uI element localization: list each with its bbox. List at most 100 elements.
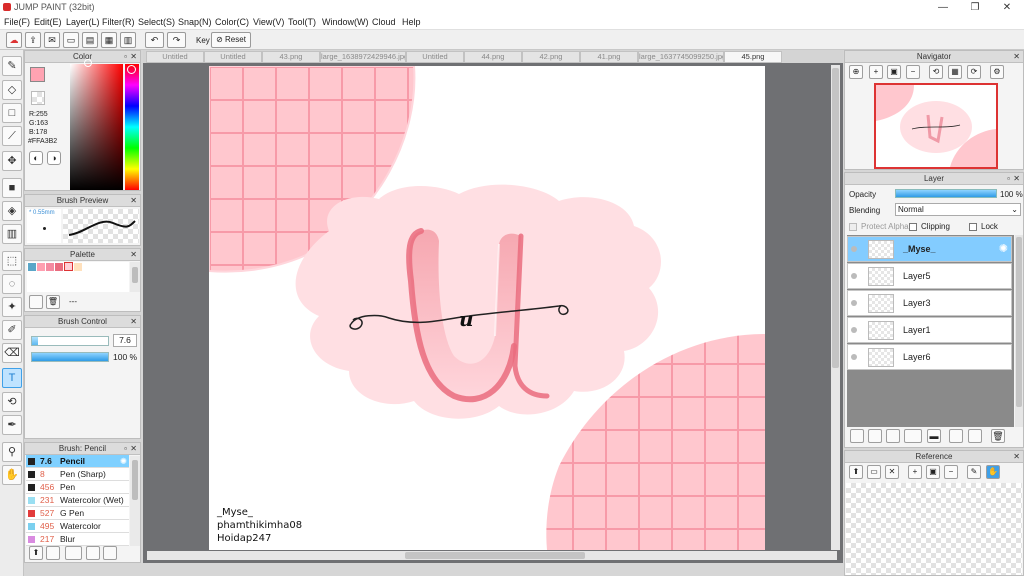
menu-view[interactable]: View(V) — [253, 17, 284, 27]
tab-untitled-2[interactable]: Untitled — [204, 51, 262, 63]
zoom-in-icon[interactable]: + — [869, 65, 883, 79]
panel-close-icon[interactable]: ✕ — [1013, 451, 1020, 463]
new-folder-icon[interactable]: ▬ — [927, 429, 941, 443]
layer-row[interactable]: Layer5 — [847, 263, 1012, 289]
new-brush-icon[interactable] — [65, 546, 82, 560]
brush-list-scrollbar[interactable] — [130, 456, 140, 546]
palette-scrollbar[interactable] — [130, 262, 140, 292]
brush-tool-icon[interactable]: ✎ — [2, 56, 22, 76]
menu-file[interactable]: File(F) — [4, 17, 30, 27]
layer-row[interactable]: Layer3 — [847, 290, 1012, 316]
menu-color[interactable]: Color(C) — [215, 17, 249, 27]
close-reference-icon[interactable]: ✕ — [885, 465, 899, 479]
reference-zoom-out-icon[interactable]: − — [944, 465, 958, 479]
merge-layer-icon[interactable] — [968, 429, 982, 443]
menu-cloud[interactable]: Cloud — [372, 17, 396, 27]
tab-untitled-1[interactable]: Untitled — [146, 51, 204, 63]
undo-icon[interactable]: ↶ — [145, 32, 164, 48]
brush-opacity-slider[interactable] — [31, 352, 109, 362]
visibility-icon[interactable] — [851, 327, 857, 333]
select-pen-tool-icon[interactable]: ✐ — [2, 320, 22, 340]
select-rect-tool-icon[interactable]: ⬚ — [2, 251, 22, 271]
new-layer-menu-icon[interactable] — [904, 429, 922, 443]
brush-item[interactable]: 7.6 Pencil ✺ — [26, 455, 129, 468]
brush-list-scroll-thumb[interactable] — [132, 460, 138, 500]
brush-cloud-icon[interactable]: ⬆ — [29, 546, 43, 560]
navigator-thumbnail[interactable] — [874, 83, 998, 169]
minimize-button[interactable]: — — [928, 1, 958, 14]
line-tool-icon[interactable]: ⟋ — [2, 126, 22, 146]
comment-icon[interactable]: ✉ — [44, 32, 60, 48]
hue-cursor[interactable] — [127, 65, 136, 74]
menu-snap[interactable]: Snap(N) — [178, 17, 212, 27]
tab-large-1638972429946[interactable]: large_1638972429946.jpg — [320, 51, 406, 63]
palette-icon[interactable]: ◐ — [29, 151, 43, 165]
document-icon[interactable]: ▤ — [82, 32, 98, 48]
reference-hand-icon[interactable]: ✋ — [986, 465, 1000, 479]
cloud-icon[interactable]: ☁ — [6, 32, 22, 48]
zoom-fit-icon[interactable]: ⊕ — [849, 65, 863, 79]
hand-tool-icon[interactable]: ✋ — [2, 465, 22, 485]
layer-row[interactable]: Layer1 — [847, 317, 1012, 343]
reference-zoom-in-icon[interactable]: + — [908, 465, 922, 479]
brush-size-input[interactable]: 7.6 — [113, 334, 137, 347]
eyedropper-tool-icon[interactable]: ⚲ — [2, 442, 22, 462]
brush-item[interactable]: 8 Pen (Sharp) — [26, 468, 129, 481]
tab-untitled-3[interactable]: Untitled — [406, 51, 464, 63]
brush-item[interactable]: 495 Watercolor — [26, 520, 129, 533]
canvas-horizontal-scrollbar[interactable] — [147, 551, 837, 560]
pen-tool-icon[interactable]: ✒ — [2, 415, 22, 435]
tab-43-png[interactable]: 43.png — [262, 51, 320, 63]
tab-41-png[interactable]: 41.png — [580, 51, 638, 63]
lasso-tool-icon[interactable]: ◌ — [2, 274, 22, 294]
panel-close-icon[interactable]: ✕ — [1013, 173, 1020, 185]
canvas-area[interactable]: u _Myse_ phamthikimha08 Hoidap247 — [143, 63, 843, 563]
panel-close-icon[interactable]: ✕ — [130, 195, 137, 207]
panel-menu-icon[interactable]: ▫ — [124, 443, 127, 455]
eraser-tool-icon[interactable]: ◇ — [2, 80, 22, 100]
navigator-settings-icon[interactable]: ⚙ — [990, 65, 1004, 79]
message-icon[interactable]: ▭ — [63, 32, 79, 48]
brush-item[interactable]: 217 Blur — [26, 533, 129, 546]
panel-menu-icon[interactable]: ▫ — [1007, 173, 1010, 185]
transparent-color-swatch[interactable] — [31, 91, 45, 105]
canvas-vertical-scrollbar[interactable] — [831, 65, 840, 550]
gear-icon[interactable]: ✺ — [999, 242, 1008, 255]
brush-folder-icon[interactable] — [46, 546, 60, 560]
palette-swatch[interactable] — [28, 263, 36, 271]
menu-filter[interactable]: Filter(R) — [102, 17, 135, 27]
rectangle-tool-icon[interactable]: □ — [2, 103, 22, 123]
layer-opacity-slider[interactable] — [895, 189, 997, 198]
move-tool-icon[interactable]: ✥ — [2, 151, 22, 171]
menu-help[interactable]: Help — [402, 17, 421, 27]
blending-select[interactable]: Normal ⌄ — [895, 203, 1021, 216]
actual-size-icon[interactable]: ▣ — [887, 65, 901, 79]
protect-alpha-checkbox[interactable] — [849, 223, 857, 231]
zoom-out-icon[interactable]: − — [906, 65, 920, 79]
visibility-icon[interactable] — [851, 273, 857, 279]
panel-close-icon[interactable]: ✕ — [130, 249, 137, 261]
bucket-tool-icon[interactable]: ◈ — [2, 201, 22, 221]
palette-swatch-selected[interactable] — [64, 262, 73, 271]
delete-layer-icon[interactable]: 🗑 — [991, 429, 1005, 443]
new-layer-icon[interactable] — [850, 429, 864, 443]
current-color-swatch[interactable] — [30, 67, 45, 82]
menu-layer[interactable]: Layer(L) — [66, 17, 100, 27]
layer-row[interactable]: Layer6 — [847, 344, 1012, 370]
reference-fit-icon[interactable]: ▣ — [926, 465, 940, 479]
rotate-right-icon[interactable]: ⟳ — [967, 65, 981, 79]
visibility-icon[interactable] — [851, 300, 857, 306]
palette-swatch[interactable] — [74, 263, 82, 271]
magic-wand-tool-icon[interactable]: ✦ — [2, 297, 22, 317]
open-reference-icon[interactable]: ▭ — [867, 465, 881, 479]
grid-settings-icon[interactable]: ▥ — [120, 32, 136, 48]
panel-menu-icon[interactable]: ▫ — [124, 51, 127, 63]
lock-checkbox[interactable] — [969, 223, 977, 231]
gear-icon[interactable]: ✺ — [120, 455, 127, 468]
gradient-tool-icon[interactable]: ▥ — [2, 224, 22, 244]
select-eraser-tool-icon[interactable]: ⌫ — [2, 343, 22, 363]
menu-edit[interactable]: Edit(E) — [34, 17, 62, 27]
new-8bit-layer-icon[interactable] — [886, 429, 900, 443]
new-raster-layer-icon[interactable] — [868, 429, 882, 443]
palette-scroll-thumb[interactable] — [132, 267, 138, 283]
